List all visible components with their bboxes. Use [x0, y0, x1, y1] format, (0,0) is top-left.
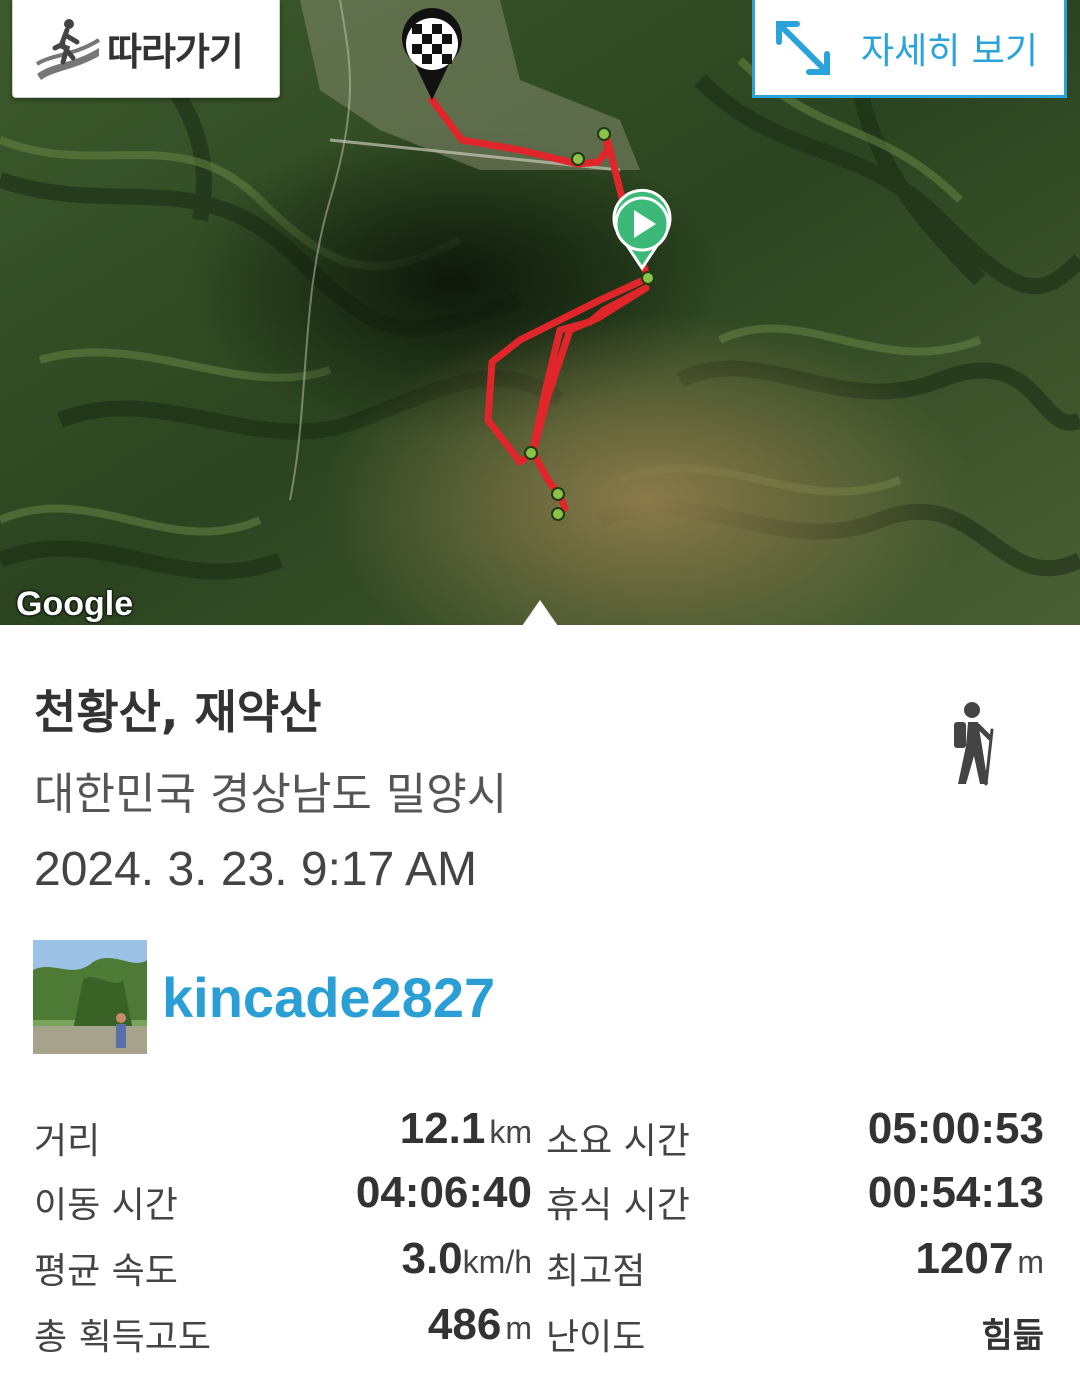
- user-avatar[interactable]: [33, 940, 147, 1054]
- expand-icon: [776, 20, 830, 75]
- waypoint: [641, 271, 655, 285]
- trail-title: 천황산, 재약산: [34, 685, 322, 739]
- waypoint: [571, 152, 585, 166]
- view-details-label: 자세히 보기: [861, 30, 1039, 72]
- max-elevation-value: 1207 m: [915, 1234, 1044, 1283]
- route-line: [428, 96, 652, 512]
- avg-speed-label: 평균 속도: [34, 1251, 178, 1292]
- waypoint: [524, 446, 538, 460]
- moving-time-label: 이동 시간: [34, 1185, 178, 1226]
- waypoint: [551, 507, 565, 521]
- distance-value: 12.1 km: [399, 1104, 532, 1153]
- total-time-label: 소요 시간: [546, 1121, 690, 1162]
- follow-label: 따라가기: [107, 30, 244, 74]
- max-elevation-label: 최고점: [546, 1251, 646, 1292]
- waypoint: [597, 127, 611, 141]
- trail-datetime: 2024. 3. 23. 9:17 AM: [34, 843, 477, 896]
- view-details-button[interactable]: 자세히 보기: [752, 0, 1067, 98]
- map-view[interactable]: 따라가기 자세히 보기 Google: [0, 0, 1080, 625]
- stat-row: 거리 12.1 km 소요 시간 05:00:53: [0, 1098, 1080, 1162]
- distance-unit: km: [489, 1114, 532, 1150]
- finish-marker-icon[interactable]: [402, 8, 462, 101]
- trail-location: 대한민국 경상남도 밀양시: [34, 769, 508, 820]
- elevation-gain-value: 486 m: [427, 1300, 532, 1349]
- elevation-gain-unit: m: [505, 1310, 532, 1346]
- start-marker-icon[interactable]: [612, 188, 672, 271]
- waypoint: [551, 487, 565, 501]
- max-elevation-unit: m: [1017, 1244, 1044, 1280]
- difficulty-label: 난이도: [546, 1317, 646, 1358]
- map-pointer: [522, 600, 558, 625]
- follow-button[interactable]: 따라가기: [12, 0, 280, 98]
- avg-speed-value: 3.0km/h: [401, 1234, 532, 1283]
- stat-row: 평균 속도 3.0km/h 최고점 1207 m: [0, 1228, 1080, 1292]
- moving-time-value: 04:06:40: [355, 1168, 532, 1217]
- rest-time-value: 00:54:13: [867, 1168, 1044, 1217]
- difficulty-value: 힘듦: [981, 1317, 1044, 1355]
- rest-time-label: 휴식 시간: [546, 1185, 690, 1226]
- hiking-icon: [954, 702, 994, 786]
- follow-trail-icon: [35, 18, 101, 80]
- stat-row: 이동 시간 04:06:40 휴식 시간 00:54:13: [0, 1162, 1080, 1226]
- username-link[interactable]: kincade2827: [162, 965, 495, 1030]
- elevation-gain-label: 총 획득고도: [34, 1317, 212, 1358]
- total-time-value: 05:00:53: [867, 1104, 1044, 1153]
- distance-label: 거리: [34, 1121, 101, 1162]
- google-attribution: Google: [16, 585, 134, 623]
- stat-row: 총 획득고도 486 m 난이도 힘듦: [0, 1294, 1080, 1358]
- avg-speed-unit: km/h: [462, 1244, 532, 1280]
